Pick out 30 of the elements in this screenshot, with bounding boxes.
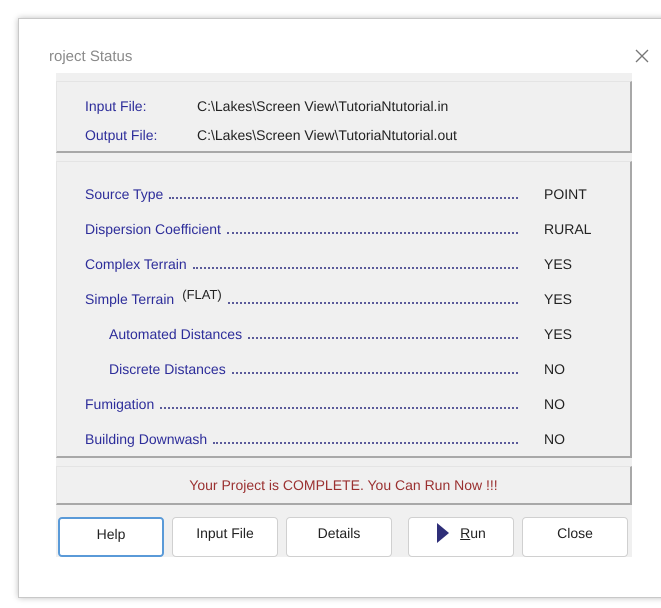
- setting-label: Simple Terrain: [85, 291, 174, 308]
- setting-value: YES: [543, 256, 574, 272]
- setting-label: Automated Distances: [109, 326, 242, 342]
- file-label: Output File:: [85, 127, 158, 143]
- dialog-button[interactable]: Details: [286, 517, 392, 557]
- run-button[interactable]: Run: [408, 517, 514, 557]
- setting-label: Building Downwash: [85, 431, 208, 448]
- setting-value: RURAL: [543, 221, 592, 238]
- setting-label: Complex Terrain: [85, 256, 187, 272]
- setting-label: Discrete Distances: [109, 361, 226, 378]
- setting-value: NO: [543, 396, 566, 412]
- file-path: C:\Lakes\Screen View\TutoriaNtutorial.in: [197, 98, 450, 114]
- setting-label: Source Type: [85, 186, 164, 202]
- dialog-button[interactable]: Input File: [172, 517, 278, 557]
- setting-value: YES: [543, 326, 574, 342]
- status-message: Your Project is COMPLETE. You Can Run Now !!!: [189, 477, 498, 494]
- file-path: C:\Lakes\Screen View\TutoriaNtutorial.out: [197, 127, 458, 143]
- play-icon: [436, 522, 450, 544]
- setting-label: Fumigation: [85, 396, 154, 412]
- dialog-button[interactable]: Help: [58, 517, 164, 557]
- window-title: roject Status: [49, 48, 132, 64]
- close-icon[interactable]: [635, 49, 649, 63]
- file-label: Input File:: [85, 98, 148, 114]
- setting-value: YES: [543, 291, 574, 308]
- setting-value: POINT: [543, 186, 588, 202]
- setting-label: Dispersion Coefficient: [85, 221, 221, 238]
- setting-note: (FLAT): [182, 287, 222, 302]
- dialog-button[interactable]: Close: [522, 517, 628, 557]
- setting-value: NO: [543, 431, 566, 448]
- setting-value: NO: [543, 361, 566, 378]
